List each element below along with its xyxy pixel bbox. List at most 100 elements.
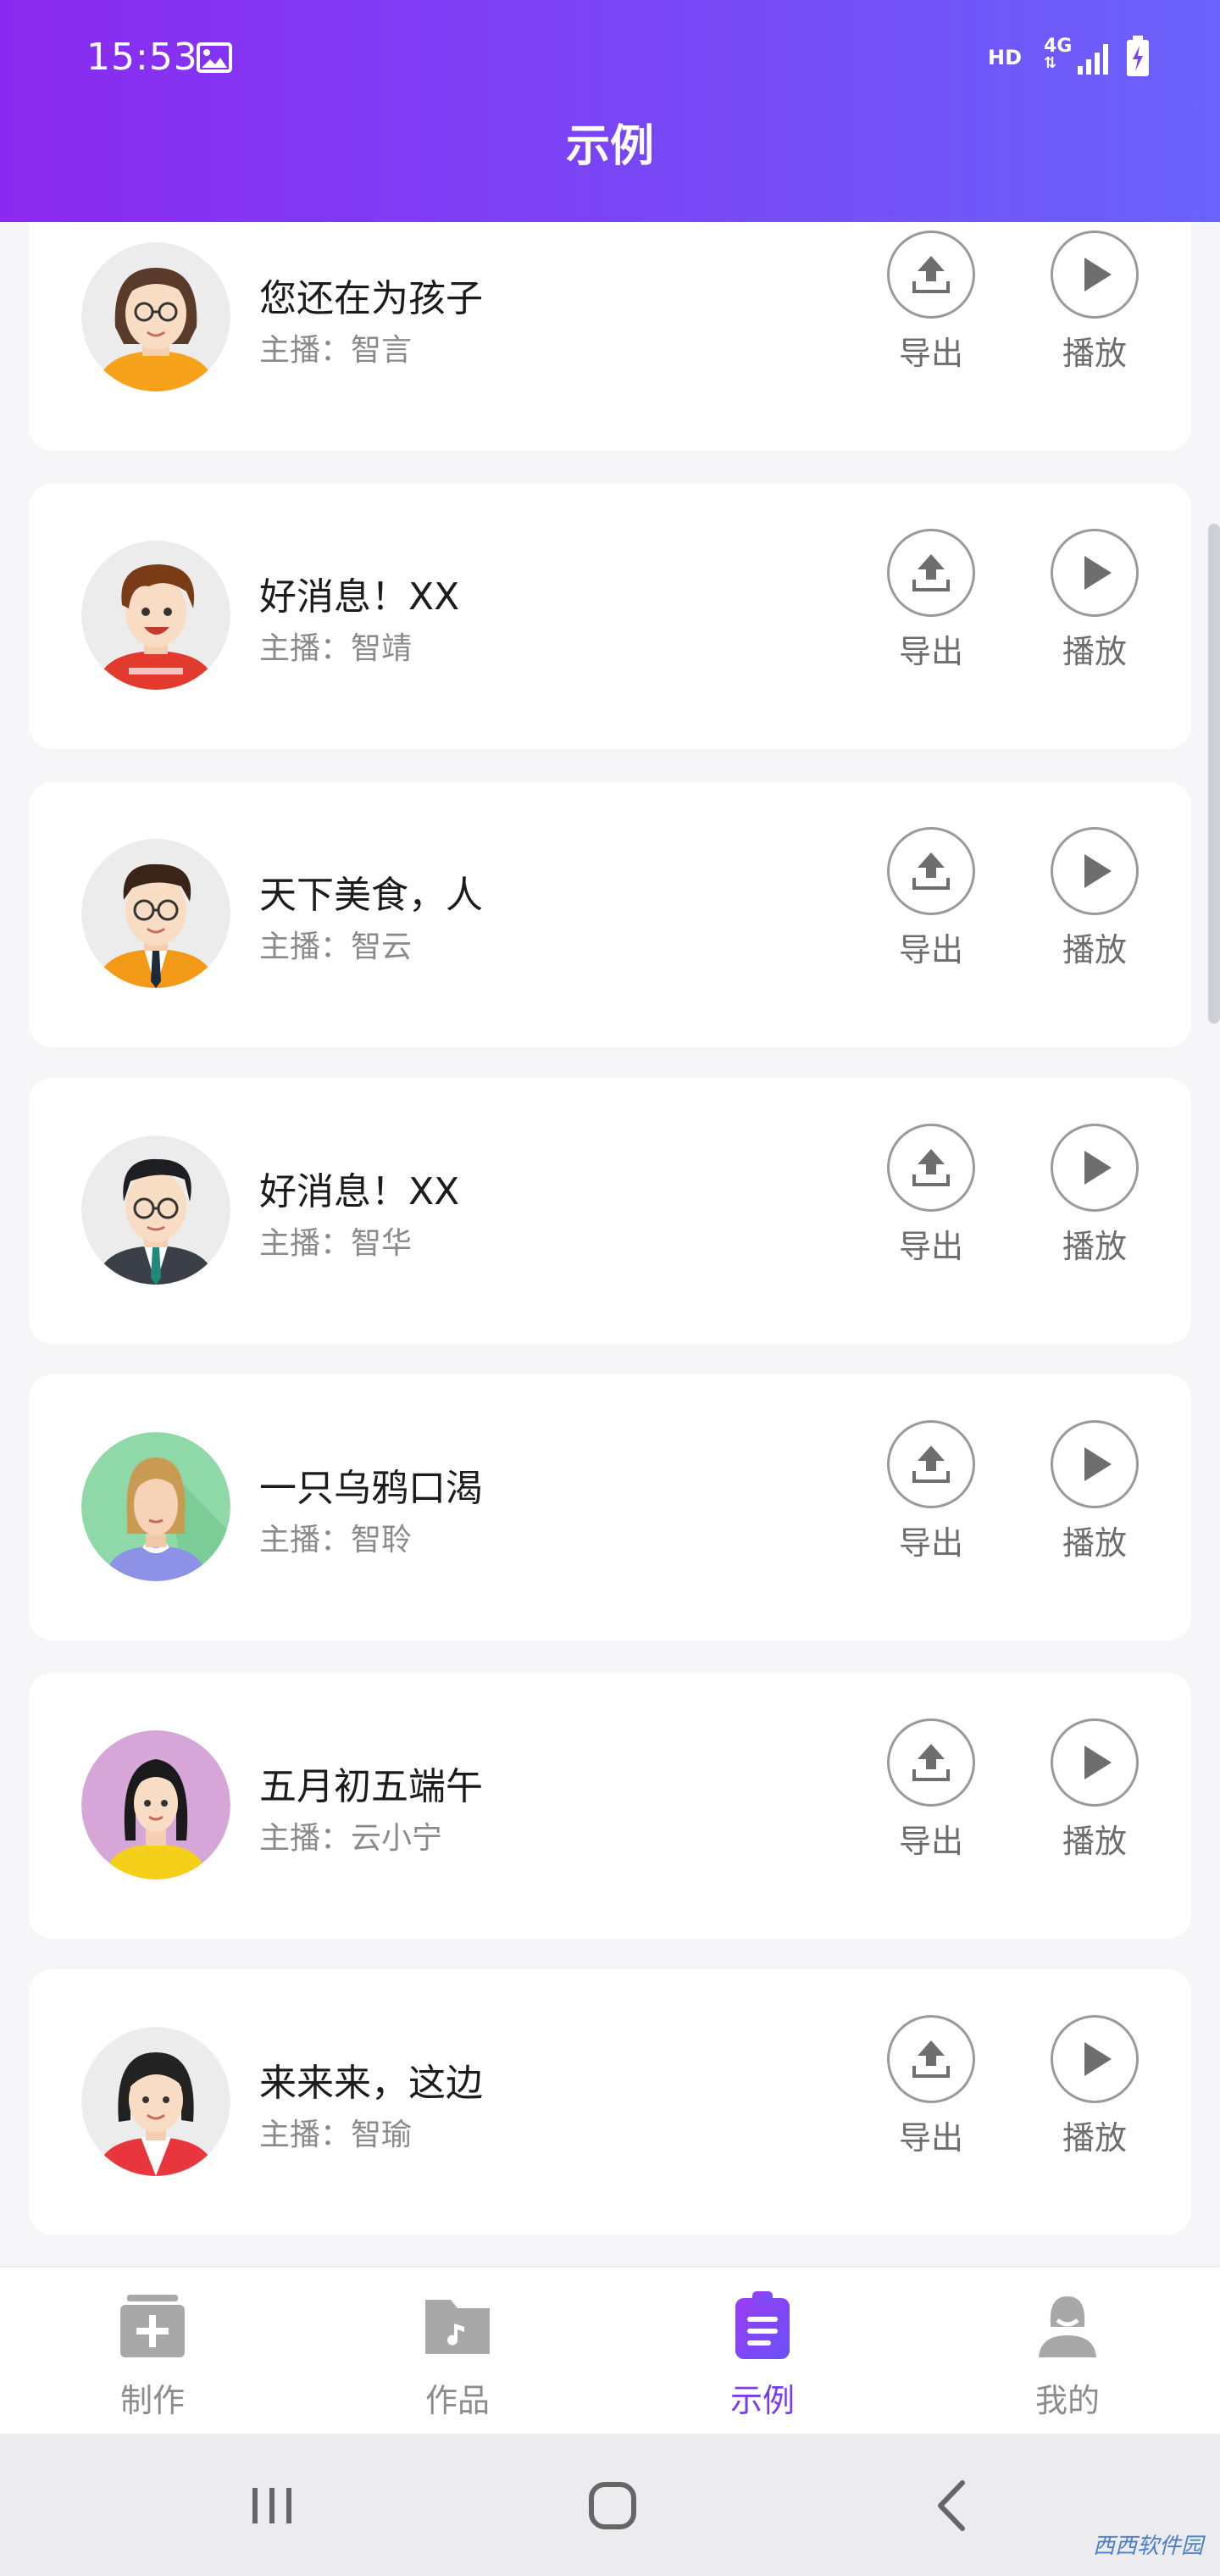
example-card[interactable]: 好消息！XX 主播：智靖 导出 播放 (29, 483, 1191, 749)
example-card[interactable]: 天下美食，人 主播：智云 导出 播放 (29, 781, 1191, 1047)
play-label: 播放 (1062, 2119, 1127, 2157)
export-icon (887, 1420, 975, 1508)
create-icon (120, 2295, 185, 2357)
example-title: 五月初五端午 (259, 1765, 483, 1808)
nav-examples[interactable]: 示例 (678, 2290, 847, 2421)
avatar-female-red-blazer (81, 2027, 230, 2176)
example-card[interactable]: 五月初五端午 主播：云小宁 导出 播放 (29, 1673, 1191, 1939)
example-title: 好消息！XX (259, 575, 460, 619)
export-button[interactable]: 导出 (868, 1718, 995, 1871)
play-icon (1051, 1124, 1139, 1212)
export-button[interactable]: 导出 (868, 1420, 995, 1573)
app-header: 15:53 HD 4G ⇅ 示例 (0, 0, 1220, 222)
play-icon (1051, 2015, 1139, 2103)
page-title: 示例 (565, 121, 654, 172)
export-icon (887, 1124, 975, 1212)
play-icon (1051, 1420, 1139, 1508)
export-button[interactable]: 导出 (868, 827, 995, 980)
play-icon (1051, 1718, 1139, 1807)
gallery-notification-icon (197, 42, 232, 73)
play-label: 播放 (1062, 1524, 1127, 1562)
bottom-nav: 制作 作品 示例 我的 (0, 2266, 1220, 2434)
export-label: 导出 (898, 633, 963, 670)
example-title: 来来来，这边 (259, 2062, 483, 2105)
play-label: 播放 (1062, 335, 1127, 372)
example-title: 一只乌鸦口渴 (259, 1467, 483, 1510)
example-host: 主播：智云 (259, 930, 413, 964)
network-indicator: 4G ⇅ (1044, 37, 1072, 71)
play-icon (1051, 827, 1139, 915)
export-button[interactable]: 导出 (868, 2015, 995, 2168)
export-label: 导出 (898, 1524, 963, 1562)
avatar-female-purple-bg (81, 1730, 230, 1879)
export-label: 导出 (898, 2119, 963, 2157)
nav-works[interactable]: 作品 (373, 2290, 542, 2421)
play-label: 播放 (1062, 931, 1127, 969)
play-button[interactable]: 播放 (1031, 1718, 1158, 1871)
example-host: 主播：智言 (259, 333, 413, 368)
play-label: 播放 (1062, 1823, 1127, 1860)
play-button[interactable]: 播放 (1031, 827, 1158, 980)
example-title: 好消息！XX (259, 1170, 460, 1213)
export-icon (887, 827, 975, 915)
play-icon (1051, 529, 1139, 617)
avatar-male-glasses-orange (81, 839, 230, 988)
avatar-male-suit (81, 1135, 230, 1285)
export-button[interactable]: 导出 (868, 1124, 995, 1276)
nav-label: 我的 (1034, 2382, 1100, 2419)
example-list[interactable]: 您还在为孩子 主播：智言 导出 播放 好消息！XX 主播：智靖 导出 播放 天下… (0, 222, 1220, 2266)
nav-label: 示例 (729, 2382, 795, 2419)
hd-indicator: HD (988, 46, 1023, 69)
avatar-female-glasses (81, 242, 230, 391)
play-button[interactable]: 播放 (1031, 230, 1158, 383)
play-button[interactable]: 播放 (1031, 2015, 1158, 2168)
play-label: 播放 (1062, 1228, 1127, 1265)
works-folder-icon (425, 2300, 490, 2354)
export-icon (887, 2015, 975, 2103)
home-icon[interactable] (574, 2468, 651, 2544)
export-label: 导出 (898, 335, 963, 372)
examples-clipboard-icon (735, 2291, 790, 2359)
avatar-female-green-bg (81, 1432, 230, 1581)
data-arrows-icon: ⇅ (1044, 54, 1057, 72)
nav-label: 制作 (119, 2382, 185, 2419)
example-card[interactable]: 一只乌鸦口渴 主播：智聆 导出 播放 (29, 1374, 1191, 1641)
export-label: 导出 (898, 931, 963, 969)
nav-label: 作品 (424, 2382, 490, 2419)
recent-apps-icon[interactable] (234, 2468, 310, 2544)
play-icon (1051, 230, 1139, 319)
example-card[interactable]: 来来来，这边 主播：智瑜 导出 播放 (29, 1969, 1191, 2235)
status-bar: 15:53 HD 4G ⇅ (0, 0, 1220, 110)
example-card[interactable]: 好消息！XX 主播：智华 导出 播放 (29, 1078, 1191, 1344)
export-icon (887, 230, 975, 319)
example-card[interactable]: 您还在为孩子 主播：智言 导出 播放 (29, 222, 1191, 451)
nav-create[interactable]: 制作 (68, 2290, 237, 2421)
scrollbar[interactable] (1208, 524, 1220, 1024)
status-time: 15:53 (86, 36, 198, 79)
play-label: 播放 (1062, 633, 1127, 670)
export-label: 导出 (898, 1823, 963, 1860)
export-button[interactable]: 导出 (868, 230, 995, 383)
example-host: 主播：云小宁 (259, 1821, 443, 1856)
system-nav-bar: 西西软件园 (0, 2434, 1220, 2576)
back-icon[interactable] (915, 2468, 991, 2544)
example-title: 您还在为孩子 (259, 277, 483, 320)
signal-icon (1078, 44, 1108, 75)
profile-icon (1039, 2296, 1096, 2357)
battery-charging-icon (1127, 36, 1149, 76)
export-icon (887, 529, 975, 617)
watermark: 西西软件园 (1092, 2534, 1203, 2559)
play-button[interactable]: 播放 (1031, 1124, 1158, 1276)
export-icon (887, 1718, 975, 1807)
example-title: 天下美食，人 (259, 874, 483, 917)
export-label: 导出 (898, 1228, 963, 1265)
play-button[interactable]: 播放 (1031, 1420, 1158, 1573)
avatar-male-red-shirt (81, 541, 230, 690)
play-button[interactable]: 播放 (1031, 529, 1158, 681)
example-host: 主播：智华 (259, 1226, 413, 1261)
nav-profile[interactable]: 我的 (983, 2290, 1152, 2421)
example-host: 主播：智靖 (259, 631, 413, 666)
example-host: 主播：智瑜 (259, 2118, 413, 2152)
export-button[interactable]: 导出 (868, 529, 995, 681)
example-host: 主播：智聆 (259, 1523, 413, 1557)
